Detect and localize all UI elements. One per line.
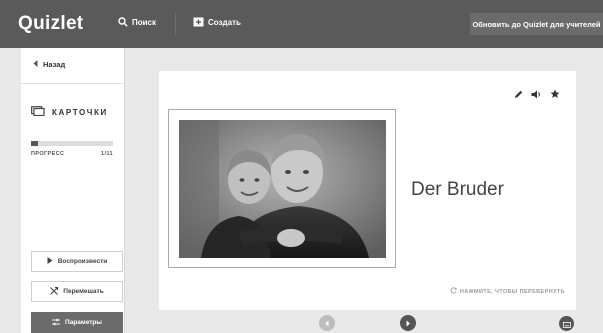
mode-title: КАРТОЧКИ (31, 106, 108, 118)
search-button[interactable]: Поиск (118, 17, 156, 27)
logo[interactable]: Quizlet (18, 13, 83, 35)
term-photo (179, 120, 386, 258)
sidebar: Назад КАРТОЧКИ ПРОГРЕСС 1/11 Воспроизвес… (21, 48, 125, 333)
play-button[interactable]: Воспроизвести (31, 251, 123, 272)
flashcards-icon (31, 106, 45, 118)
term-text: Der Bruder (411, 179, 504, 200)
chevron-left-icon (33, 60, 38, 69)
pencil-icon[interactable] (514, 86, 523, 104)
mode-title-label: КАРТОЧКИ (52, 107, 108, 117)
flip-hint-label: НАЖМИТЕ, ЧТОБЫ ПЕРЕВЕРНУТЬ (459, 288, 565, 295)
refresh-icon (450, 287, 457, 296)
progress-bar (31, 141, 113, 146)
progress-label: ПРОГРЕСС (31, 151, 65, 157)
progress-label-row: ПРОГРЕСС 1/11 (31, 151, 113, 157)
next-card-button[interactable] (400, 315, 416, 331)
add-set-icon (193, 17, 204, 27)
flip-hint[interactable]: НАЖМИТЕ, ЧТОБЫ ПЕРЕВЕРНУТЬ (450, 287, 565, 296)
topbar-divider (175, 13, 176, 35)
create-button[interactable]: Создать (193, 17, 241, 27)
image-frame (168, 109, 396, 268)
create-label: Создать (208, 17, 241, 27)
play-label: Воспроизвести (57, 258, 108, 265)
sidebar-divider (21, 83, 124, 84)
star-icon[interactable] (550, 86, 560, 104)
previous-card-button[interactable] (319, 315, 335, 331)
play-icon (47, 257, 53, 266)
search-icon (118, 17, 128, 27)
chevron-left-icon (324, 314, 330, 332)
keyboard-shortcuts-button[interactable] (559, 316, 574, 331)
upgrade-button[interactable]: Обновить до Quizlet для учителей (470, 13, 603, 35)
shuffle-label: Перемешать (63, 288, 104, 295)
card-actions (514, 86, 560, 104)
sliders-icon (52, 318, 61, 328)
back-link[interactable]: Назад (33, 60, 65, 69)
progress-fill (31, 141, 39, 146)
progress-count: 1/11 (100, 151, 113, 157)
speaker-icon[interactable] (531, 86, 542, 104)
options-button[interactable]: Параметры (31, 312, 123, 333)
keyboard-icon (562, 315, 571, 333)
flashcard[interactable]: Der Bruder НАЖМИТЕ, ЧТОБЫ ПЕРЕВЕРНУТЬ (159, 71, 576, 310)
shuffle-icon (50, 286, 59, 297)
top-bar: Quizlet Поиск Создать Обновить до Quizle… (0, 0, 603, 48)
back-label: Назад (43, 60, 66, 69)
shuffle-button[interactable]: Перемешать (31, 281, 123, 302)
options-label: Параметры (65, 319, 102, 326)
search-label: Поиск (132, 17, 157, 27)
chevron-right-icon (405, 314, 411, 332)
